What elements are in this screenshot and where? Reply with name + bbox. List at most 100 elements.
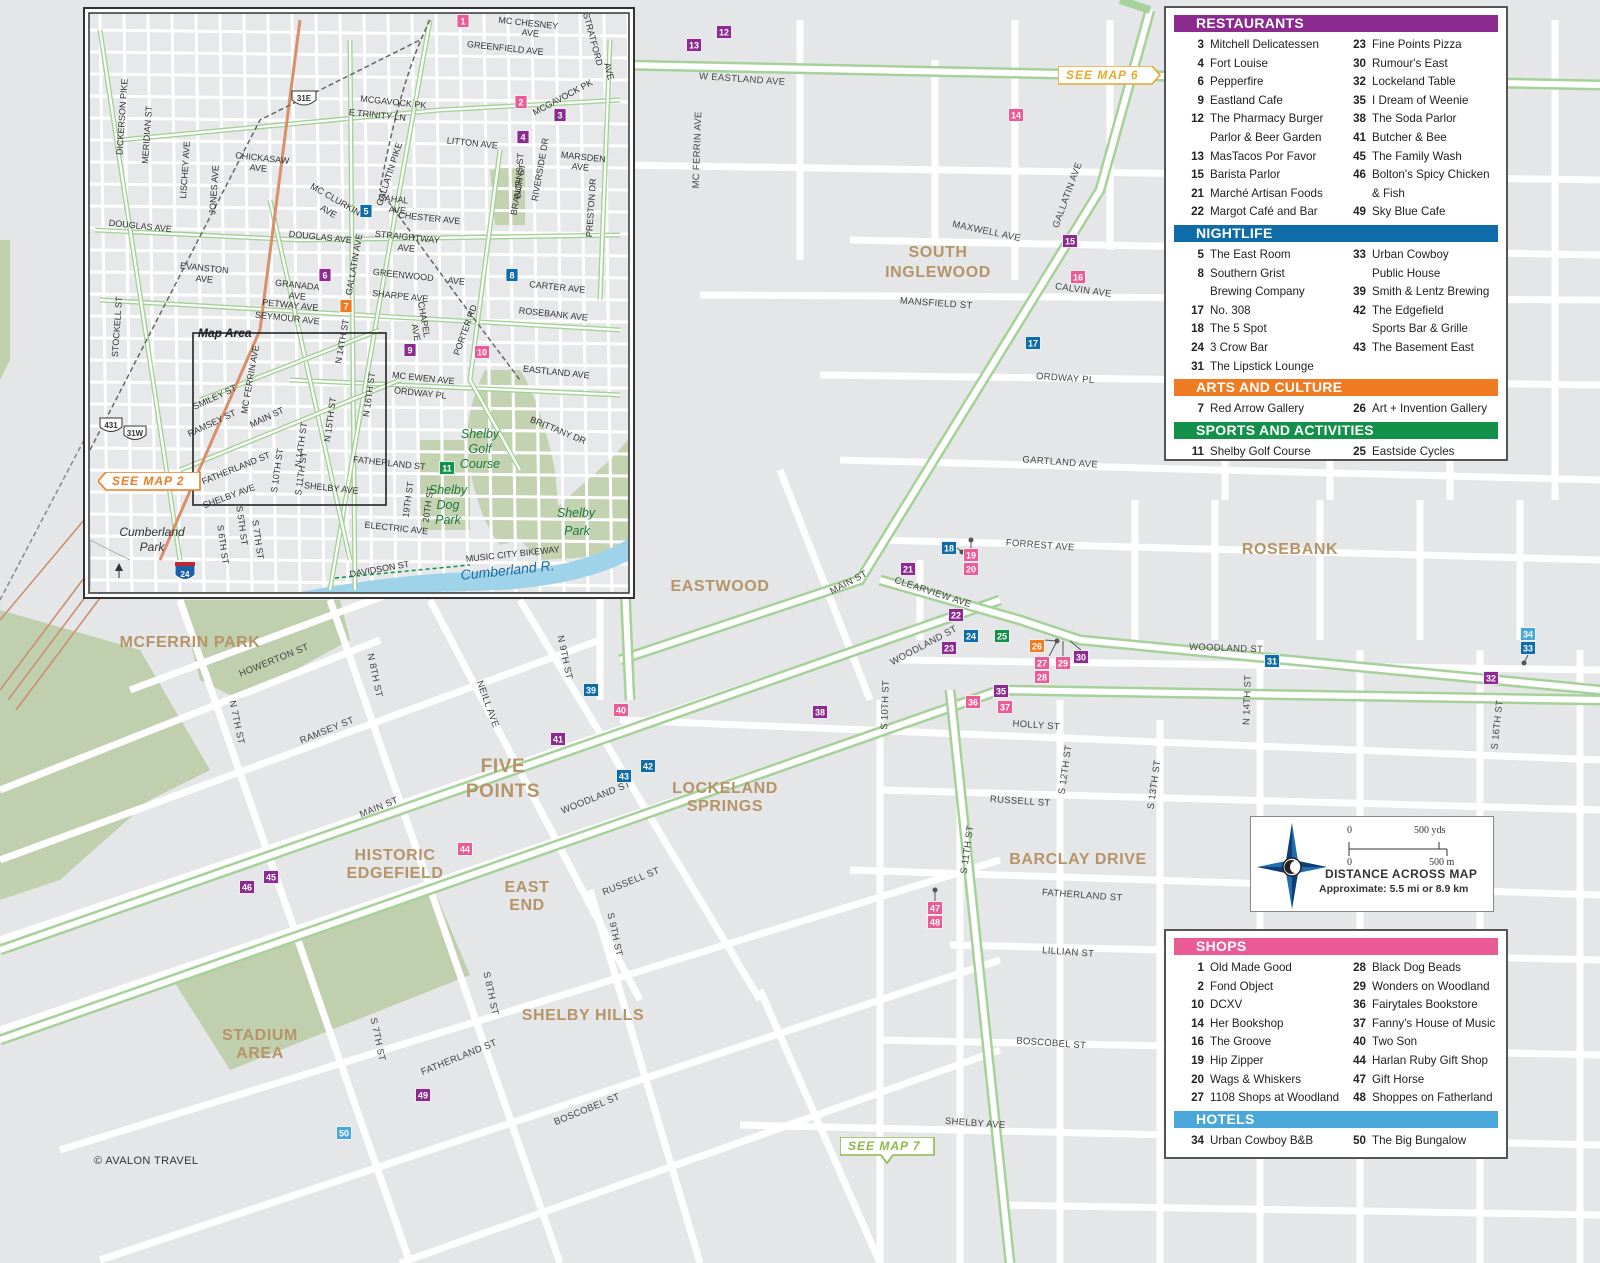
poi-marker-25[interactable]: 25 bbox=[994, 629, 1010, 643]
svg-text:9: 9 bbox=[407, 346, 412, 356]
svg-text:39: 39 bbox=[586, 686, 596, 696]
poi-marker-38[interactable]: 38 bbox=[812, 705, 828, 719]
poi-marker-5[interactable]: 5 bbox=[359, 204, 373, 218]
poi-marker-24[interactable]: 24 bbox=[963, 629, 979, 643]
neighborhood-label: MCFERRIN PARK bbox=[120, 634, 261, 651]
poi-marker-26[interactable]: 26 bbox=[1029, 639, 1045, 653]
inset-park-label: Course bbox=[460, 457, 500, 471]
legend-item: 45 The Family Wash bbox=[1353, 149, 1462, 163]
inset-map[interactable]: MC CHESNEYAVE STRATFORDAVEGREENFIELD AVEM… bbox=[83, 7, 636, 599]
legend-category-restaurants: RESTAURANTS bbox=[1174, 15, 1498, 32]
poi-marker-44[interactable]: 44 bbox=[457, 842, 473, 856]
poi-marker-35[interactable]: 35 bbox=[993, 684, 1009, 698]
poi-marker-20[interactable]: 20 bbox=[963, 562, 979, 576]
legend-item: 38 The Soda Parlor bbox=[1353, 112, 1457, 126]
compass-rose-icon bbox=[1257, 823, 1327, 909]
inset-street-label: AVE bbox=[521, 27, 539, 39]
inset-park-label: Shelby bbox=[461, 427, 500, 441]
poi-marker-17[interactable]: 17 bbox=[1025, 336, 1041, 350]
inset-park-label: Shelby bbox=[557, 506, 596, 520]
poi-marker-28[interactable]: 28 bbox=[1034, 670, 1050, 684]
legend-item: 31 The Lipstick Lounge bbox=[1191, 359, 1314, 373]
poi-marker-46[interactable]: 46 bbox=[239, 880, 255, 894]
inset-park-label: Shelby bbox=[429, 483, 468, 497]
poi-marker-16[interactable]: 16 bbox=[1070, 270, 1086, 284]
svg-text:2: 2 bbox=[518, 98, 523, 108]
legend-item: Sports Bar & Grille bbox=[1372, 322, 1468, 336]
poi-marker-43[interactable]: 43 bbox=[616, 769, 632, 783]
legend-item: 12 The Pharmacy Burger bbox=[1191, 112, 1324, 126]
poi-marker-50[interactable]: 50 bbox=[336, 1126, 352, 1140]
svg-text:40: 40 bbox=[616, 706, 626, 716]
legend-item: 44 Harlan Ruby Gift Shop bbox=[1353, 1053, 1488, 1067]
poi-marker-14[interactable]: 14 bbox=[1008, 108, 1024, 122]
svg-text:4: 4 bbox=[520, 133, 525, 143]
poi-marker-1[interactable]: 1 bbox=[456, 14, 470, 28]
poi-marker-45[interactable]: 45 bbox=[263, 870, 279, 884]
poi-marker-27[interactable]: 27 bbox=[1034, 656, 1050, 670]
svg-text:6: 6 bbox=[322, 271, 327, 281]
poi-marker-47[interactable]: 47 bbox=[927, 901, 943, 915]
poi-marker-19[interactable]: 19 bbox=[963, 548, 979, 562]
poi-marker-8[interactable]: 8 bbox=[505, 268, 519, 282]
poi-marker-23[interactable]: 23 bbox=[941, 641, 957, 655]
legend-item: & Fish bbox=[1372, 186, 1405, 200]
poi-marker-11[interactable]: 11 bbox=[439, 461, 455, 475]
poi-marker-49[interactable]: 49 bbox=[415, 1088, 431, 1102]
poi-marker-9[interactable]: 9 bbox=[403, 343, 417, 357]
scale-zero-yds: 0 bbox=[1347, 825, 1352, 836]
poi-marker-39[interactable]: 39 bbox=[583, 683, 599, 697]
poi-marker-42[interactable]: 42 bbox=[640, 759, 656, 773]
poi-marker-13[interactable]: 13 bbox=[686, 38, 702, 52]
poi-marker-12[interactable]: 12 bbox=[716, 25, 732, 39]
legend-item: 6 Pepperfire bbox=[1197, 75, 1264, 89]
legend-item: 7 Red Arrow Gallery bbox=[1197, 402, 1305, 416]
svg-text:17: 17 bbox=[1028, 339, 1038, 349]
svg-text:5: 5 bbox=[363, 207, 368, 217]
poi-marker-22[interactable]: 22 bbox=[948, 608, 964, 622]
poi-marker-4[interactable]: 4 bbox=[516, 130, 530, 144]
cumberland-park-label: Cumberland bbox=[119, 525, 185, 539]
poi-marker-6[interactable]: 6 bbox=[318, 268, 332, 282]
copyright: © AVALON TRAVEL bbox=[94, 1155, 199, 1167]
svg-text:41: 41 bbox=[553, 735, 563, 745]
poi-marker-34[interactable]: 34 bbox=[1520, 627, 1536, 641]
poi-marker-33[interactable]: 33 bbox=[1520, 641, 1536, 655]
interstate-24-shield: 24 bbox=[174, 561, 196, 580]
legend-item: 10 DCXV bbox=[1191, 998, 1243, 1012]
neighborhood-label: HISTORIC bbox=[355, 847, 436, 864]
poi-marker-40[interactable]: 40 bbox=[613, 703, 629, 717]
poi-marker-7[interactable]: 7 bbox=[339, 299, 353, 313]
legend-item: 46 Bolton's Spicy Chicken bbox=[1353, 168, 1490, 182]
poi-marker-41[interactable]: 41 bbox=[550, 732, 566, 746]
neighborhood-label: BARCLAY DRIVE bbox=[1009, 851, 1147, 868]
poi-marker-2[interactable]: 2 bbox=[514, 95, 528, 109]
poi-marker-32[interactable]: 32 bbox=[1483, 671, 1499, 685]
poi-marker-10[interactable]: 10 bbox=[474, 345, 490, 359]
svg-text:32: 32 bbox=[1486, 674, 1496, 684]
poi-marker-31[interactable]: 31 bbox=[1264, 654, 1280, 668]
svg-text:37: 37 bbox=[1000, 703, 1010, 713]
svg-text:10: 10 bbox=[477, 348, 487, 358]
map-area-label: Map Area bbox=[198, 326, 252, 340]
svg-text:38: 38 bbox=[815, 708, 825, 718]
poi-marker-36[interactable]: 36 bbox=[965, 695, 981, 709]
poi-marker-15[interactable]: 15 bbox=[1062, 234, 1078, 248]
svg-text:24: 24 bbox=[966, 632, 976, 642]
legend-item: 43 The Basement East bbox=[1353, 340, 1474, 354]
poi-marker-21[interactable]: 21 bbox=[900, 562, 916, 576]
inset-street-label: AVE bbox=[447, 275, 465, 287]
poi-marker-37[interactable]: 37 bbox=[997, 700, 1013, 714]
poi-marker-30[interactable]: 30 bbox=[1073, 650, 1089, 664]
legend-item: 39 Smith & Lentz Brewing bbox=[1353, 285, 1490, 299]
legend-item: 15 Barista Parlor bbox=[1191, 168, 1281, 182]
neighborhood-label: SHELBY HILLS bbox=[522, 1007, 644, 1024]
poi-marker-48[interactable]: 48 bbox=[927, 915, 943, 929]
route-31e-shield: 31E bbox=[291, 90, 317, 106]
poi-marker-3[interactable]: 3 bbox=[553, 108, 567, 122]
legend-item: 49 Sky Blue Cafe bbox=[1353, 205, 1446, 219]
poi-marker-29[interactable]: 29 bbox=[1055, 656, 1071, 670]
poi-marker-18[interactable]: 18 bbox=[941, 541, 957, 555]
legend-panel: RESTAURANTS 3 Mitchell Delicatessen 4 Fort L… bbox=[1164, 6, 1508, 461]
legend-item: 18 The 5 Spot bbox=[1191, 322, 1267, 336]
